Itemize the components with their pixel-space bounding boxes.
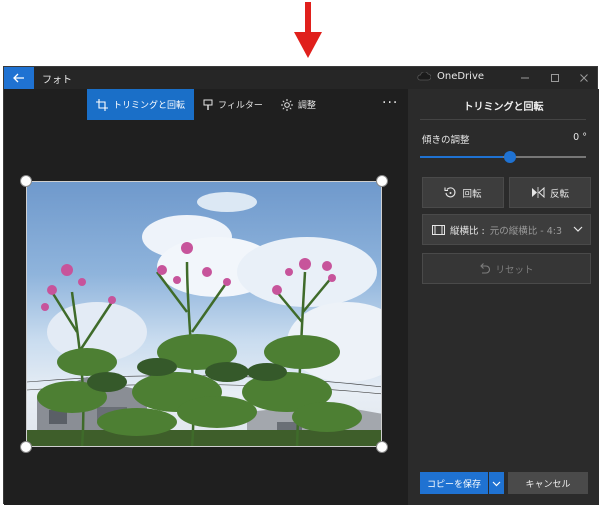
cancel-button[interactable]: キャンセル — [508, 472, 588, 494]
photo-preview[interactable] — [26, 181, 382, 447]
aspect-ratio-label: 縦横比 : — [450, 225, 485, 237]
reset-button[interactable]: リセット — [422, 253, 591, 284]
undo-icon — [480, 262, 491, 274]
straighten-label: 傾きの調整 — [422, 135, 470, 146]
close-icon — [580, 74, 588, 82]
maximize-button[interactable] — [540, 67, 570, 89]
crop-handle-top-left[interactable] — [20, 175, 32, 187]
flower-photo-image — [27, 192, 381, 446]
close-button[interactable] — [569, 67, 599, 89]
tab-adjust[interactable]: 調整 — [272, 89, 325, 120]
chevron-down-icon — [492, 481, 501, 486]
aspect-ratio-value: 元の縦横比 - 4:3 — [489, 225, 562, 237]
save-options-button[interactable] — [489, 472, 504, 494]
title-bar: フォト OneDrive — [4, 67, 597, 89]
crop-handle-top-right[interactable] — [376, 175, 388, 187]
panel-divider — [420, 119, 586, 120]
sun-adjust-icon — [280, 98, 293, 111]
tab-filters[interactable]: フィルター — [194, 89, 272, 120]
maximize-icon — [551, 74, 559, 82]
onedrive-label: OneDrive — [437, 71, 485, 82]
rotate-label: 回転 — [462, 188, 482, 200]
more-options-button[interactable]: ··· — [382, 95, 398, 111]
flip-icon — [531, 187, 545, 198]
cloud-icon — [417, 72, 431, 81]
crop-rotate-panel: トリミングと回転 傾きの調整 0 ° 回転 反転 縦横比: 元の縦横比 - 4… — [408, 89, 599, 505]
photos-app-window: フォト OneDrive トリミングと回転 フィルター 調整 ··· トリミング… — [3, 66, 599, 505]
editing-canvas: トリミングと回転 フィルター 調整 ··· — [4, 89, 408, 505]
rotate-icon — [444, 187, 456, 198]
back-arrow-icon — [13, 73, 24, 83]
minimize-icon — [521, 77, 529, 79]
crop-icon — [96, 98, 108, 111]
chevron-down-icon — [573, 226, 583, 232]
tab-adjust-label: 調整 — [297, 101, 316, 111]
aspect-ratio-dropdown[interactable]: 縦横比 : 元の縦横比 - 4:3 — [422, 214, 591, 245]
edit-toolbar: トリミングと回転 フィルター 調整 — [87, 89, 325, 120]
panel-title: トリミングと回転 — [463, 102, 544, 113]
reset-label: リセット — [495, 264, 534, 276]
flip-label: 反転 — [549, 188, 569, 200]
tab-crop-rotate[interactable]: トリミングと回転 — [87, 89, 195, 120]
app-title: フォト — [42, 75, 72, 86]
filter-brush-icon — [203, 99, 213, 110]
back-button[interactable] — [4, 67, 34, 89]
minimize-button[interactable] — [510, 67, 540, 89]
crop-handle-bottom-right[interactable] — [376, 441, 388, 453]
straighten-slider-fill — [420, 156, 503, 158]
onedrive-status[interactable]: OneDrive — [417, 71, 484, 82]
straighten-value: 0 ° — [573, 132, 587, 143]
save-copy-button[interactable]: コピーを保存 — [420, 472, 488, 494]
annotation-arrow-down-icon — [294, 2, 322, 58]
straighten-slider[interactable] — [420, 151, 586, 163]
crop-handle-bottom-left[interactable] — [20, 441, 32, 453]
straighten-slider-thumb[interactable] — [504, 151, 516, 163]
aspect-ratio-icon — [432, 224, 445, 235]
rotate-button[interactable]: 回転 — [422, 177, 504, 208]
tab-crop-rotate-label: トリミングと回転 — [113, 101, 186, 111]
tab-filters-label: フィルター — [218, 101, 263, 111]
flip-button[interactable]: 反転 — [509, 177, 591, 208]
